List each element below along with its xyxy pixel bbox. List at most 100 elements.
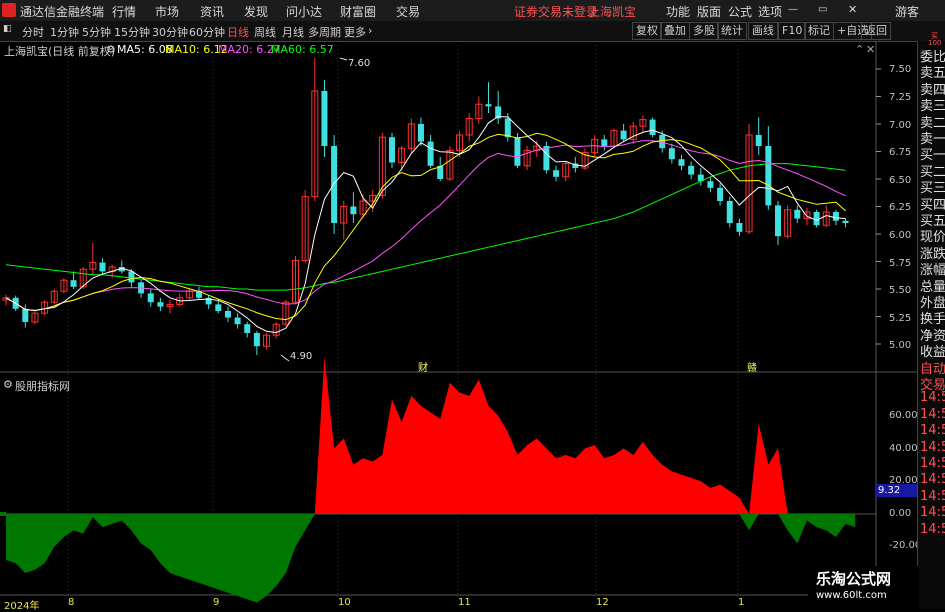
candle-body-down: [504, 118, 511, 138]
candle-body-down: [157, 302, 164, 307]
ind-y-tick: 40.00: [889, 443, 918, 454]
period-tab-1min[interactable]: 1分钟: [50, 24, 79, 40]
period-tab-more[interactable]: 更多: [344, 24, 366, 40]
chevron-up-icon[interactable]: ⌃: [855, 43, 864, 56]
menu-item-wenxiaoda[interactable]: 问小达: [286, 3, 322, 20]
candle-body-down: [485, 104, 492, 107]
menu-item-hangqing[interactable]: 行情: [112, 3, 136, 20]
back-button[interactable]: 返回: [861, 22, 891, 40]
quote-side-panel: 买 100 委比 卖五 卖四 卖三 卖二 卖一 买一 买二 买三 买四 买五 现价 涨跌 涨幅 总量 外盘 换手…: [917, 32, 945, 609]
period-toolbar: ◧ 分时 1分钟 5分钟 15分钟 30分钟 60分钟 日线 周线 月线 多周期…: [0, 21, 945, 42]
candle-body-down: [813, 212, 820, 226]
watermark: 乐淘公式网 www.60lt.com: [808, 566, 919, 609]
menu-item-shichang[interactable]: 市场: [155, 3, 179, 20]
menu-item-gongneng[interactable]: 功能: [666, 3, 690, 20]
indicator-current-value: 9.32: [876, 484, 918, 497]
candle-body-down: [736, 223, 743, 232]
candle-body-down: [128, 271, 135, 283]
side-item: 14:56: [920, 488, 945, 504]
y-tick: 6.50: [889, 175, 912, 186]
finance-marker[interactable]: 财: [418, 359, 428, 374]
ma-lines: [5, 57, 846, 362]
settings-icon[interactable]: ⚙: [106, 43, 116, 56]
candle-body-down: [350, 206, 357, 215]
candle-body-down: [147, 293, 154, 303]
menu-item-gongshi[interactable]: 公式: [728, 3, 752, 20]
menu-item-xuanxiang[interactable]: 选项: [758, 3, 782, 20]
event-marker[interactable]: 赣: [747, 359, 757, 374]
period-tab-multi[interactable]: 多周期: [308, 24, 341, 40]
candle-body-down: [717, 187, 724, 201]
period-tab-day[interactable]: 日线: [227, 24, 249, 40]
candle-body-down: [70, 280, 77, 287]
close-icon[interactable]: ✕: [848, 3, 857, 16]
multi-stock-button[interactable]: 多股: [689, 22, 719, 40]
f10-button[interactable]: F10: [778, 22, 807, 40]
ma5-line: [5, 116, 846, 334]
y-tick: 6.00: [889, 230, 912, 241]
menu-item-faxian[interactable]: 发现: [244, 3, 268, 20]
app-title: 通达信金融终端: [20, 5, 105, 19]
menu-item-jiaoyi[interactable]: 交易: [396, 3, 420, 20]
candle-body-down: [22, 308, 29, 322]
menu-item-zixun[interactable]: 资讯: [200, 3, 224, 20]
draw-line-button[interactable]: 画线: [748, 22, 778, 40]
mark-button[interactable]: 标记: [804, 22, 834, 40]
login-status[interactable]: 证券交易未登录: [514, 3, 598, 20]
candle-body-down: [755, 135, 762, 146]
restore-icon[interactable]: ▭: [818, 4, 827, 15]
period-tab-30min[interactable]: 30分钟: [152, 24, 188, 40]
panel-toggle-icon[interactable]: ◧: [3, 24, 12, 34]
minimize-icon[interactable]: —: [788, 4, 798, 15]
candle-body-down: [553, 170, 560, 177]
y-tick: 6.75: [889, 147, 912, 158]
watermark-url: www.60lt.com: [816, 590, 887, 601]
close-pane-icon[interactable]: ✕: [866, 43, 875, 56]
candle-body-down: [224, 311, 231, 318]
side-item: 14:56: [920, 406, 945, 422]
user-label[interactable]: 游客: [895, 3, 919, 20]
y-tick: 7.00: [889, 120, 912, 131]
side-item: 14:56: [920, 505, 945, 521]
watermark-title: 乐淘公式网: [816, 570, 892, 588]
candle-body-down: [234, 317, 241, 325]
side-item: 14:56: [920, 456, 945, 471]
menu-item-caifuquan[interactable]: 财富圈: [340, 3, 376, 20]
candle-body-down: [514, 137, 521, 166]
candle-body-down: [601, 139, 608, 146]
overlay-button[interactable]: 叠加: [660, 22, 690, 40]
y-tick: 5.00: [889, 340, 912, 351]
candle-body-down: [765, 146, 772, 206]
candle-body-down: [649, 119, 656, 135]
y-tick: 6.25: [889, 202, 912, 213]
period-tab-week[interactable]: 周线: [254, 24, 276, 40]
indicator-settings-icon[interactable]: ⚙: [3, 378, 13, 391]
side-item: 14:56: [920, 423, 945, 439]
period-tab-60min[interactable]: 60分钟: [189, 24, 225, 40]
low-pointer: [280, 354, 290, 362]
fuquan-button[interactable]: 复权: [632, 22, 662, 40]
ind-y-tick: 60.00: [889, 410, 918, 421]
indicator-negative-area: [6, 514, 856, 603]
y-tick: 7.25: [889, 92, 912, 103]
y-tick: 5.25: [889, 313, 912, 324]
menu-item-banmian[interactable]: 版面: [697, 3, 721, 20]
statistics-button[interactable]: 统计: [717, 22, 747, 40]
kline-chart[interactable]: [0, 41, 918, 609]
chevron-right-icon[interactable]: ›: [368, 24, 372, 37]
ma10-line: [5, 132, 846, 321]
candlestick-series: [2, 58, 849, 355]
period-tab-5min[interactable]: 5分钟: [82, 24, 111, 40]
app-logo-icon: [2, 3, 16, 17]
side-item: 14:56: [920, 439, 945, 455]
period-tab-month[interactable]: 月线: [282, 24, 304, 40]
x-tick: 9: [213, 597, 220, 608]
candle-body-down: [832, 212, 839, 221]
period-tab-15min[interactable]: 15分钟: [114, 24, 150, 40]
x-tick: 11: [458, 597, 471, 608]
candle-body-down: [253, 333, 260, 347]
side-item: 14:56: [920, 390, 945, 406]
x-tick: 8: [68, 597, 75, 608]
period-tab-fenshi[interactable]: 分时: [22, 24, 44, 40]
indicator-positive-area: [6, 356, 856, 514]
